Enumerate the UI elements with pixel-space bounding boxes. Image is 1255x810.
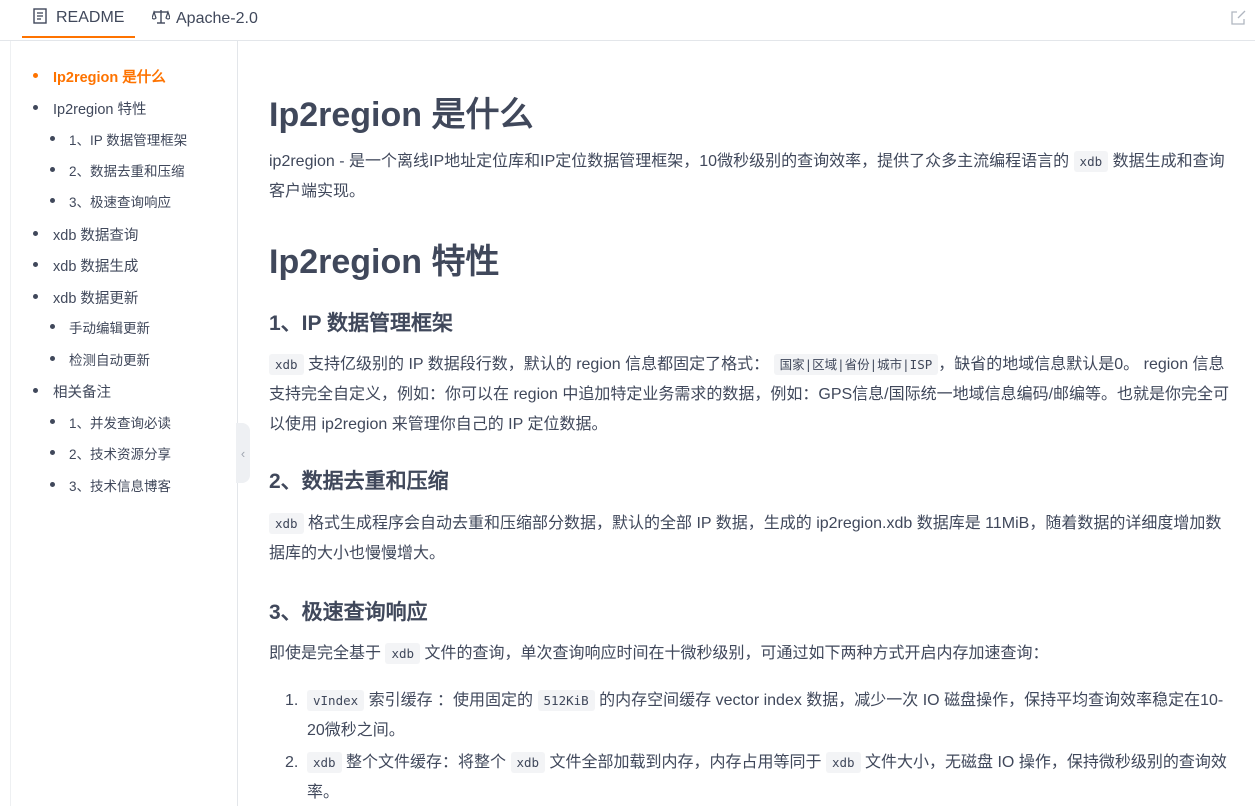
toc-item-auto-update[interactable]: 检测自动更新 xyxy=(50,349,150,369)
inline-code: xdb xyxy=(269,513,304,534)
heading-fast-query: 3、极速查询响应 xyxy=(269,601,428,624)
toc-item-xdb-generate[interactable]: xdb 数据生成 xyxy=(32,255,138,276)
inline-code: xdb xyxy=(385,643,421,664)
chevron-left-icon: ‹ xyxy=(240,445,246,461)
inline-code: xdb xyxy=(826,752,861,773)
heading-what: Ip2region 是什么 xyxy=(269,96,534,134)
inline-code: 512KiB xyxy=(537,690,595,711)
toc-item-concurrency[interactable]: 1、并发查询必读 xyxy=(49,412,171,432)
scale-icon xyxy=(151,9,171,29)
inline-code: xdb xyxy=(1073,151,1109,172)
inline-code: xdb xyxy=(510,752,546,773)
toc-item-what[interactable]: Ip2region 是什么 xyxy=(33,66,166,87)
toc-item-blog[interactable]: 3、技术信息博客 xyxy=(49,475,171,495)
toc-item-resources[interactable]: 2、技术资源分享 xyxy=(49,443,171,463)
inline-code: xdb xyxy=(269,354,304,375)
tab-license-label: Apache-2.0 xyxy=(176,10,258,27)
heading-dedup: 2、数据去重和压缩 xyxy=(269,470,449,493)
toc-item-dedup[interactable]: 2、数据去重和压缩 xyxy=(50,160,185,180)
inline-code: xdb xyxy=(307,752,342,773)
readme-icon xyxy=(32,8,48,28)
list-item: 1. vIndex 索引缓存 ：使用固定的 512KiB 的内存空间缓存 vec… xyxy=(285,690,1224,739)
paragraph-what: ip2region - 是一个离线IP地址定位库和IP定位数据管理框架，10微秒… xyxy=(269,151,1225,200)
toc-sidebar: Ip2region 是什么 Ip2region 特性 1、IP 数据管理框架 2… xyxy=(10,41,238,806)
heading-ip-framework: 1、IP 数据管理框架 xyxy=(269,312,453,335)
tab-license[interactable]: Apache-2.0 xyxy=(151,0,258,38)
toc-item-features[interactable]: Ip2region 特性 xyxy=(33,98,147,119)
tab-readme[interactable]: README xyxy=(22,0,135,38)
heading-features: Ip2region 特性 xyxy=(269,243,500,281)
inline-code: vIndex xyxy=(307,690,365,711)
sidebar-collapse-handle[interactable]: ‹ xyxy=(236,423,250,483)
tab-readme-label: README xyxy=(56,9,125,26)
toc-item-ip-framework[interactable]: 1、IP 数据管理框架 xyxy=(49,129,187,149)
inline-code: 国家|区域|省份|城市|ISP xyxy=(773,354,939,375)
toc-item-xdb-update[interactable]: xdb 数据更新 xyxy=(32,287,138,308)
paragraph-dedup: xdb 格式生成程序会自动去重和压缩部分数据，默认的全部 IP 数据，生成的 i… xyxy=(269,513,1222,562)
edit-icon[interactable] xyxy=(1229,10,1247,28)
toc-item-manual-update[interactable]: 手动编辑更新 xyxy=(50,317,150,337)
paragraph-ip-framework: xdb 支持亿级别的 IP 数据段行数，默认的 region 信息都固定了格式：… xyxy=(269,354,1230,433)
cache-options-list: 1. vIndex 索引缓存 ：使用固定的 512KiB 的内存空间缓存 vec… xyxy=(285,686,1235,810)
list-item: 2. xdb 整个文件缓存：将整个 xdb 文件全部加载到内存，内存占用等同于 … xyxy=(285,752,1227,801)
paragraph-fast-query: 即使是完全基于 xdb 文件的查询，单次查询响应时间在十微秒级别，可通过如下两种… xyxy=(269,643,1049,664)
toc-item-notes[interactable]: 相关备注 xyxy=(33,381,111,402)
toc-item-xdb-query[interactable]: xdb 数据查询 xyxy=(32,224,138,245)
toc-item-fast-query[interactable]: 3、极速查询响应 xyxy=(49,191,171,211)
tab-bar: README Apache-2.0 xyxy=(0,0,1255,41)
